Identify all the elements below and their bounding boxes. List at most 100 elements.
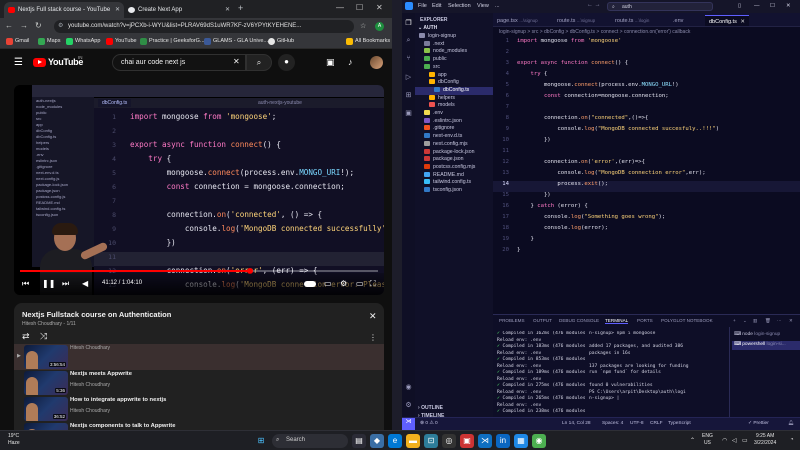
- forward-icon[interactable]: →: [20, 21, 28, 30]
- terminal-instance[interactable]: ⌨︎ powershell login-si...: [732, 341, 800, 350]
- panel-tab-polyglot-notebook[interactable]: POLYGLOT NOTEBOOK: [661, 318, 713, 323]
- explorer-file[interactable]: tsconfig.json: [415, 187, 493, 195]
- fullscreen-icon[interactable]: ⛶: [370, 279, 376, 289]
- app-green-icon[interactable]: ◉: [532, 434, 546, 448]
- explorer-file[interactable]: postcss.config.mjs: [415, 163, 493, 172]
- close-tab-icon[interactable]: ✕: [740, 19, 745, 25]
- menu-more[interactable]: ...: [495, 3, 500, 9]
- nav-arrows-icon[interactable]: ← →: [587, 2, 601, 8]
- maximize-icon[interactable]: ☐: [356, 3, 363, 12]
- hamburger-menu-icon[interactable]: ☰: [14, 57, 23, 68]
- notes-app-icon[interactable]: ▦: [514, 434, 528, 448]
- more-actions-icon[interactable]: ⋯: [777, 318, 782, 324]
- clock[interactable]: 9:25 AM 3/22/2024: [754, 433, 776, 447]
- remote-indicator-icon[interactable]: ⋊: [402, 418, 415, 430]
- remote-explorer-icon[interactable]: ▣: [404, 109, 413, 118]
- panel-tab-terminal[interactable]: TERMINAL: [605, 318, 629, 324]
- explorer-file[interactable]: .eslintrc.json: [415, 117, 493, 126]
- close-panel-icon[interactable]: ✕: [789, 318, 793, 324]
- file-explorer-icon[interactable]: ▬: [406, 434, 420, 448]
- next-icon[interactable]: ⏭: [62, 279, 69, 289]
- problems-status[interactable]: ⊗ 0 ⚠ 0: [420, 421, 438, 426]
- explorer-file[interactable]: .env: [415, 110, 493, 118]
- panel-tab-output[interactable]: OUTPUT: [533, 318, 552, 323]
- task-view-icon[interactable]: ▤: [352, 434, 366, 448]
- terminal-pane-node[interactable]: ✓ Compiled in 162ms (476 modules) Reload…: [497, 331, 585, 417]
- menu-selection[interactable]: Selection: [448, 3, 471, 9]
- volume-icon[interactable]: ◀: [82, 279, 88, 288]
- youtube-logo-icon[interactable]: [33, 58, 46, 67]
- address-bar[interactable]: ⚙ youtube.com/watch?v=jPCXb-i-WYU&list=P…: [54, 20, 354, 33]
- explorer-folder[interactable]: helpers: [415, 94, 493, 103]
- vscode-app-icon[interactable]: ⋊: [478, 434, 492, 448]
- indentation[interactable]: Spaces: 4: [602, 421, 623, 426]
- start-icon[interactable]: ⊞: [254, 434, 268, 448]
- workspace-root[interactable]: ⌄ AUTH: [418, 25, 437, 31]
- cursor-position[interactable]: Ln 14, Col 28: [562, 421, 591, 426]
- battery-icon[interactable]: ▭: [742, 437, 748, 444]
- close-window-icon[interactable]: ✕: [376, 3, 383, 12]
- bookmark-github[interactable]: GitHub: [268, 38, 294, 45]
- bookmark-geeksforgeeks[interactable]: Practice | GeeksforG...: [140, 38, 205, 45]
- close-window-icon[interactable]: ✕: [786, 3, 791, 9]
- minimize-icon[interactable]: —: [336, 3, 344, 12]
- back-icon[interactable]: ←: [5, 21, 13, 30]
- notifications-icon[interactable]: 🔔︎: [788, 421, 794, 426]
- search-button[interactable]: ⌕: [246, 54, 272, 71]
- copilot-icon[interactable]: ◆: [370, 434, 384, 448]
- close-tab-icon[interactable]: ✕: [115, 6, 120, 13]
- playlist-item[interactable]: Nextjs components to talk to Appwrite: [14, 422, 384, 430]
- run-debug-icon[interactable]: ▷: [404, 73, 413, 82]
- chrome-app-icon[interactable]: ◎: [442, 434, 456, 448]
- theater-mode-icon[interactable]: ▭: [356, 279, 364, 288]
- encoding[interactable]: UTF-8: [630, 421, 644, 426]
- explorer-folder[interactable]: public: [415, 56, 493, 64]
- explorer-folder[interactable]: src: [415, 63, 493, 72]
- show-hidden-icons[interactable]: ⌃: [690, 437, 695, 444]
- reload-icon[interactable]: ↻: [35, 21, 42, 30]
- breadcrumb[interactable]: login-signup > src > dbConfig > dbConfig…: [493, 28, 800, 37]
- explorer-folder[interactable]: .next: [415, 40, 493, 49]
- menu-view[interactable]: View: [477, 3, 489, 9]
- taskbar-search[interactable]: ⌕ Search: [272, 434, 348, 448]
- line-ending[interactable]: CRLF: [650, 421, 663, 426]
- language-mode[interactable]: TypeScript: [668, 421, 691, 426]
- playlist-item[interactable]: ▶ 3:56:54 Hitesh Choudhary: [14, 344, 384, 370]
- new-terminal-icon[interactable]: +: [733, 318, 736, 323]
- playlist-item[interactable]: 5:36 Nextjs meets Appwrite Hitesh Choudh…: [14, 370, 384, 396]
- terminal-instance[interactable]: ⌨︎ node login-signup: [732, 331, 800, 340]
- outline-section[interactable]: › OUTLINE: [418, 405, 443, 411]
- minimize-icon[interactable]: —: [754, 3, 760, 9]
- command-center-search[interactable]: ⌕ auth: [607, 2, 713, 11]
- explorer-folder[interactable]: node_modules: [415, 48, 493, 56]
- autoplay-toggle[interactable]: [304, 281, 316, 287]
- explorer-folder[interactable]: login-signup: [415, 33, 493, 41]
- linkedin-icon[interactable]: in: [496, 434, 510, 448]
- edge-icon[interactable]: e: [388, 434, 402, 448]
- youtube-avatar[interactable]: [370, 56, 383, 69]
- youtube-search-input[interactable]: chai aur code next js: [112, 54, 246, 71]
- explorer-folder[interactable]: app: [415, 71, 493, 80]
- language-indicator[interactable]: ENG US: [702, 433, 713, 447]
- bookmark-maps[interactable]: Maps: [38, 38, 60, 45]
- wifi-icon[interactable]: ◠: [722, 437, 727, 444]
- new-tab-button[interactable]: +: [238, 3, 243, 13]
- explorer-file[interactable]: .gitignore: [415, 125, 493, 133]
- explorer-icon[interactable]: ❐: [404, 19, 413, 28]
- settings-icon[interactable]: ⚙: [340, 279, 347, 288]
- explorer-file[interactable]: next-env.d.ts: [415, 133, 493, 141]
- subtitles-icon[interactable]: ▭: [324, 279, 332, 288]
- close-playlist-icon[interactable]: ✕: [369, 311, 377, 322]
- site-info-icon[interactable]: ⚙: [58, 22, 63, 29]
- panel-tab-problems[interactable]: PROBLEMS: [499, 318, 525, 323]
- profile-avatar[interactable]: A: [375, 22, 384, 31]
- previous-icon[interactable]: ⏮: [22, 279, 29, 289]
- prettier-status[interactable]: ✓ Prettier: [748, 421, 769, 426]
- menu-file[interactable]: File: [418, 3, 427, 9]
- tab-youtube[interactable]: Nextjs Full stack course - YouTube ✕: [4, 2, 124, 18]
- explorer-folder[interactable]: models: [415, 102, 493, 110]
- all-bookmarks[interactable]: All Bookmarks: [346, 38, 390, 45]
- layout-icon[interactable]: ▯: [738, 3, 741, 9]
- account-icon[interactable]: ◉: [404, 383, 413, 392]
- source-control-icon[interactable]: ⑂: [404, 55, 413, 64]
